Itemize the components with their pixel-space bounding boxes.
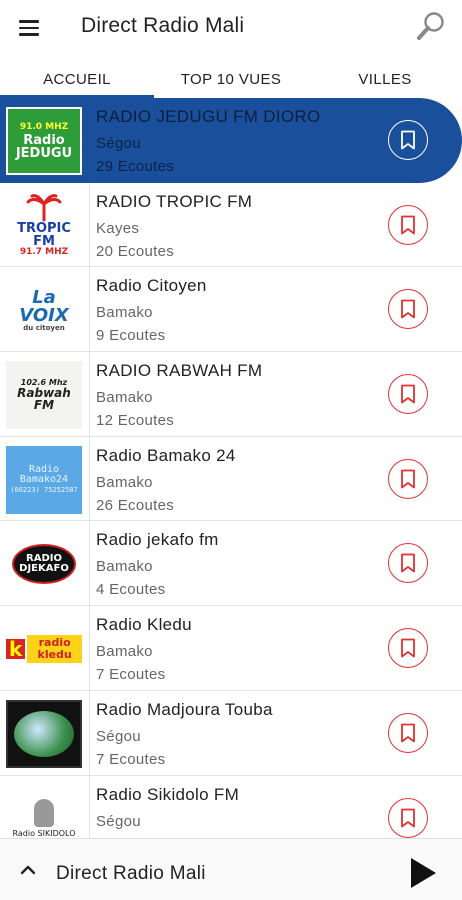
station-listens: 7 Ecoutes <box>96 750 166 768</box>
station-row[interactable]: Radio Madjoura Touba Ségou 7 Ecoutes <box>0 690 462 776</box>
station-listens: 7 Ecoutes <box>96 666 166 684</box>
bookmark-button[interactable] <box>388 543 428 584</box>
top-app-bar: Direct Radio Mali <box>0 0 462 56</box>
bookmark-icon <box>401 554 415 573</box>
logo-text: Radio JEDUGU <box>15 132 73 161</box>
station-logo: La VOIX du citoyen <box>6 275 82 345</box>
bookmark-icon <box>401 469 415 489</box>
station-logo: k radio kledu <box>6 614 82 684</box>
app-root: Direct Radio Mali ACCUEIL TOP 10 VUES VI… <box>0 0 462 900</box>
station-logo <box>6 699 82 769</box>
station-row[interactable]: 102.6 Mhz Rabwah FM RADIO RABWAH FM Bama… <box>0 352 462 437</box>
logo-k: k <box>6 639 26 660</box>
logo-text: RADIO DJEKAFO <box>19 553 69 575</box>
station-listens: 20 Ecoutes <box>96 242 175 260</box>
station-row[interactable]: k radio kledu Radio Kledu Bamako 7 Ecout… <box>0 606 462 691</box>
station-row[interactable]: RADIO DJEKAFO Radio jekafo fm Bamako 4 E… <box>0 521 462 607</box>
station-name: RADIO TROPIC FM <box>96 191 253 211</box>
bookmark-icon <box>401 299 415 319</box>
station-city: Bamako <box>96 473 153 491</box>
logo-text: radio kledu <box>27 635 82 664</box>
station-name: Radio Citoyen <box>96 276 207 296</box>
station-row[interactable]: La VOIX du citoyen Radio Citoyen Bamako … <box>0 267 462 353</box>
station-logo: Radio Bamako24 (00223) 75252587 <box>6 445 82 515</box>
station-name: Radio jekafo fm <box>96 530 219 550</box>
station-row[interactable]: 91.0 MHZ Radio JEDUGU RADIO JEDUGU FM DI… <box>0 98 462 183</box>
bookmark-icon <box>401 130 415 150</box>
tab-bar: ACCUEIL TOP 10 VUES VILLES <box>0 60 462 98</box>
station-logo: TROPIC FM 91.7 MHZ <box>6 191 82 261</box>
logo-text: Radio SIKIDOLO <box>12 829 76 838</box>
station-city: Bamako <box>96 389 153 407</box>
station-city: Ségou <box>96 727 141 745</box>
play-icon[interactable] <box>408 857 438 889</box>
logo-frequency: 91.0 MHZ <box>19 121 69 132</box>
bookmark-button[interactable] <box>388 628 428 669</box>
tab-villes[interactable]: VILLES <box>308 60 462 98</box>
bookmark-icon <box>401 638 415 658</box>
station-city: Bamako <box>96 558 153 576</box>
station-listens: 9 Ecoutes <box>96 327 166 345</box>
tab-accueil[interactable]: ACCUEIL <box>0 60 154 98</box>
logo-text: Rabwah FM <box>17 386 71 413</box>
station-row[interactable]: Radio SIKIDOLO Radio Sikidolo FM Ségou <box>0 775 462 839</box>
app-title: Direct Radio Mali <box>81 14 245 37</box>
logo-text: La VOIX <box>19 286 69 326</box>
logo-text: TROPIC FM <box>17 221 71 250</box>
station-list: 91.0 MHZ Radio JEDUGU RADIO JEDUGU FM DI… <box>0 98 462 838</box>
bookmark-icon <box>401 808 415 827</box>
microphone-icon <box>34 799 54 827</box>
station-name: Radio Sikidolo FM <box>96 784 240 804</box>
station-name: RADIO JEDUGU FM DIORO <box>96 107 321 126</box>
station-row[interactable]: TROPIC FM 91.7 MHZ RADIO TROPIC FM Kayes… <box>0 182 462 268</box>
globe-icon <box>14 710 74 757</box>
logo-phone: (00223) 75252587 <box>10 486 78 495</box>
station-row[interactable]: Radio Bamako24 (00223) 75252587 Radio Ba… <box>0 436 462 522</box>
bookmark-icon <box>401 723 415 743</box>
bookmark-button[interactable] <box>388 712 428 753</box>
station-listens: 26 Ecoutes <box>96 496 175 514</box>
chevron-up-icon[interactable] <box>19 861 37 879</box>
tab-top-10-vues[interactable]: TOP 10 VUES <box>154 60 308 98</box>
bookmark-button[interactable] <box>388 120 428 160</box>
station-city: Ségou <box>96 135 141 152</box>
logo-frequency: 91.7 MHZ <box>19 247 69 258</box>
station-name: Radio Bamako 24 <box>96 445 236 465</box>
bookmark-button[interactable] <box>388 289 428 330</box>
station-city: Kayes <box>96 219 140 237</box>
station-name: Radio Madjoura Touba <box>96 699 273 719</box>
station-listens: 12 Ecoutes <box>96 412 175 430</box>
station-name: RADIO RABWAH FM <box>96 361 263 381</box>
search-icon[interactable] <box>414 10 448 44</box>
station-city: Bamako <box>96 643 153 661</box>
bookmark-icon <box>401 215 415 235</box>
station-listens: 29 Ecoutes <box>96 158 175 175</box>
player-title: Direct Radio Mali <box>56 863 206 884</box>
mini-player[interactable]: Direct Radio Mali <box>0 838 462 900</box>
station-city: Bamako <box>96 304 153 322</box>
station-logo: 102.6 Mhz Rabwah FM <box>6 360 82 430</box>
bookmark-button[interactable] <box>388 797 428 838</box>
bookmark-button[interactable] <box>388 374 428 415</box>
station-city: Ségou <box>96 812 141 830</box>
station-logo: RADIO DJEKAFO <box>6 529 82 599</box>
bookmark-button[interactable] <box>388 204 428 245</box>
station-logo: Radio SIKIDOLO <box>6 784 82 839</box>
station-name: Radio Kledu <box>96 615 192 635</box>
station-listens: 4 Ecoutes <box>96 581 166 599</box>
bookmark-button[interactable] <box>388 458 428 499</box>
station-logo: 91.0 MHZ Radio JEDUGU <box>6 106 82 176</box>
logo-text: Radio Bamako24 <box>19 464 69 486</box>
logo-subtext: du citoyen <box>23 323 65 332</box>
menu-icon[interactable] <box>19 16 43 40</box>
bookmark-icon <box>401 384 415 404</box>
